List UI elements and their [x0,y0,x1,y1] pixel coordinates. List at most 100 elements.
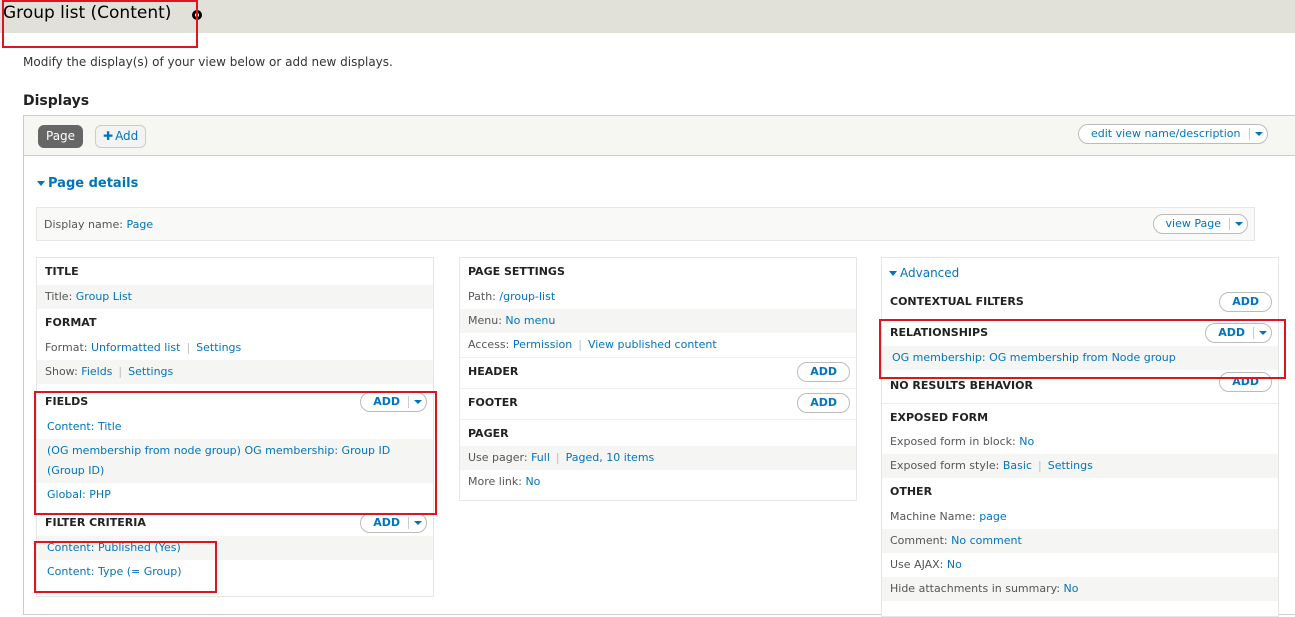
add-label: Add [1218,326,1245,339]
exposed-style-row: Exposed form style: Basic | Settings [882,454,1278,478]
hide-attachments-row: Hide attachments in summary: No [882,577,1278,601]
header-add-button[interactable]: Add [797,362,850,382]
chevron-down-icon[interactable] [1253,327,1271,339]
section-fields: FIELDS Add [37,388,433,415]
page-title: Group list (Content) [3,3,172,23]
section-filter-criteria: FILTER CRITERIA Add [37,509,433,536]
contextual-filters-add-button[interactable]: Add [1219,292,1272,312]
triangle-down-icon [889,271,897,276]
add-label: Add [373,395,400,408]
use-pager-link[interactable]: Full [531,451,550,464]
section-header: HEADER Add [460,357,856,384]
format-label: Format: [45,341,88,354]
more-link-row: More link: No [460,470,856,494]
field-link[interactable]: Global: PHP [47,488,111,501]
display-name-link[interactable]: Page [126,218,153,231]
chevron-down-icon[interactable] [408,517,426,529]
path-link[interactable]: /group-list [499,290,555,303]
ajax-label: Use AJAX: [890,558,944,571]
section-no-results: NO RESULTS BEHAVIOR Add [882,372,1278,399]
exposed-in-block-link[interactable]: No [1019,435,1034,448]
chevron-down-icon[interactable] [1229,218,1247,230]
comment-row: Comment: No comment [882,529,1278,553]
advanced-toggle[interactable]: Advanced [882,258,1278,288]
view-page-button[interactable]: view Page [1152,214,1248,234]
title-bar: Group list (Content) [0,0,1295,33]
chevron-down-icon[interactable] [1248,128,1267,140]
add-label: Add [373,516,400,529]
displays-heading: Displays [23,93,90,109]
displays-tabs: Page ✚ Add edit view name/description [24,116,1295,156]
add-display-label: Add [115,129,139,143]
display-name-row: Display name: Page view Page [36,207,1255,241]
filter-link[interactable]: Content: Published (Yes) [47,541,181,554]
separator: | [555,451,560,464]
left-column: TITLE Title: Group List FORMAT Format: U… [36,257,434,597]
footer-add-button[interactable]: Add [797,393,850,413]
filter-add-button[interactable]: Add [360,513,427,533]
access-row: Access: Permission | View published conten… [460,333,856,357]
section-footer: FOOTER Add [460,388,856,415]
more-link-link[interactable]: No [525,475,540,488]
path-row: Path: /group-list [460,285,856,309]
menu-link[interactable]: No menu [505,314,555,327]
fields-add-button[interactable]: Add [360,392,427,412]
section-page-settings: PAGE SETTINGS [468,265,565,278]
comment-link[interactable]: No comment [951,534,1022,547]
access-label: Access: [468,338,510,351]
section-title: TITLE [45,265,79,278]
edit-view-label: edit view name/description [1091,127,1241,140]
advanced-label: Advanced [900,266,960,280]
field-link[interactable]: Content: Title [47,420,122,433]
header-heading: HEADER [468,365,519,378]
filter-link[interactable]: Content: Type (= Group) [47,565,182,578]
chevron-down-icon[interactable] [408,396,426,408]
separator: | [578,338,582,351]
display-name-label: Display name: [44,218,123,231]
exposed-style-settings-link[interactable]: Settings [1048,459,1093,472]
title-link[interactable]: Group List [76,290,132,303]
show-row: Show: Fields | Settings [37,360,433,384]
middle-column: PAGE SETTINGS Path: /group-list Menu: No… [459,257,857,501]
triangle-down-icon [37,181,45,186]
exposed-style-label: Exposed form style: [890,459,1000,472]
plus-icon: ✚ [103,129,114,143]
more-link-label: More link: [468,475,522,488]
pager-items-link[interactable]: Paged, 10 items [566,451,655,464]
relationship-link[interactable]: OG membership: OG membership from Node g… [892,351,1176,364]
add-display-button[interactable]: ✚ Add [95,125,147,148]
intro-text: Modify the display(s) of your view below… [23,55,393,69]
ajax-link[interactable]: No [947,558,962,571]
access-link[interactable]: Permission [513,338,572,351]
field-item: Global: PHP [37,483,433,507]
section-relationships: RELATIONSHIPS Add [882,319,1278,346]
separator: | [118,365,123,378]
format-settings-link[interactable]: Settings [196,341,241,354]
displays-panel: Page ✚ Add edit view name/description Pag… [23,115,1295,617]
use-pager-label: Use pager: [468,451,528,464]
format-link[interactable]: Unformatted list [91,341,180,354]
show-settings-link[interactable]: Settings [128,365,173,378]
contextual-filters-heading: CONTEXTUAL FILTERS [890,295,1024,308]
tab-page[interactable]: Page [38,125,84,148]
machine-name-link[interactable]: page [979,510,1006,523]
no-results-heading: NO RESULTS BEHAVIOR [890,379,1033,392]
field-item: Content: Title [37,415,433,439]
title-label: Title: [45,290,73,303]
hide-attachments-link[interactable]: No [1064,582,1079,595]
field-link[interactable]: (OG membership from node group) OG membe… [47,444,390,477]
show-link[interactable]: Fields [81,365,112,378]
no-results-add-button[interactable]: Add [1219,372,1272,392]
filter-item: Content: Type (= Group) [37,560,433,584]
section-pager: PAGER [460,419,856,446]
separator: | [186,341,191,354]
page-details-toggle[interactable]: Page details [37,176,138,191]
relationships-add-button[interactable]: Add [1205,323,1272,343]
relationship-item: OG membership: OG membership from Node g… [882,346,1278,370]
exposed-style-link[interactable]: Basic [1003,459,1032,472]
edit-view-name-button[interactable]: edit view name/description [1078,124,1268,144]
filter-item: Content: Published (Yes) [37,536,433,560]
section-other: OTHER [890,485,933,498]
access-detail-link[interactable]: View published content [588,338,717,351]
title-row: Title: Group List [37,285,433,309]
